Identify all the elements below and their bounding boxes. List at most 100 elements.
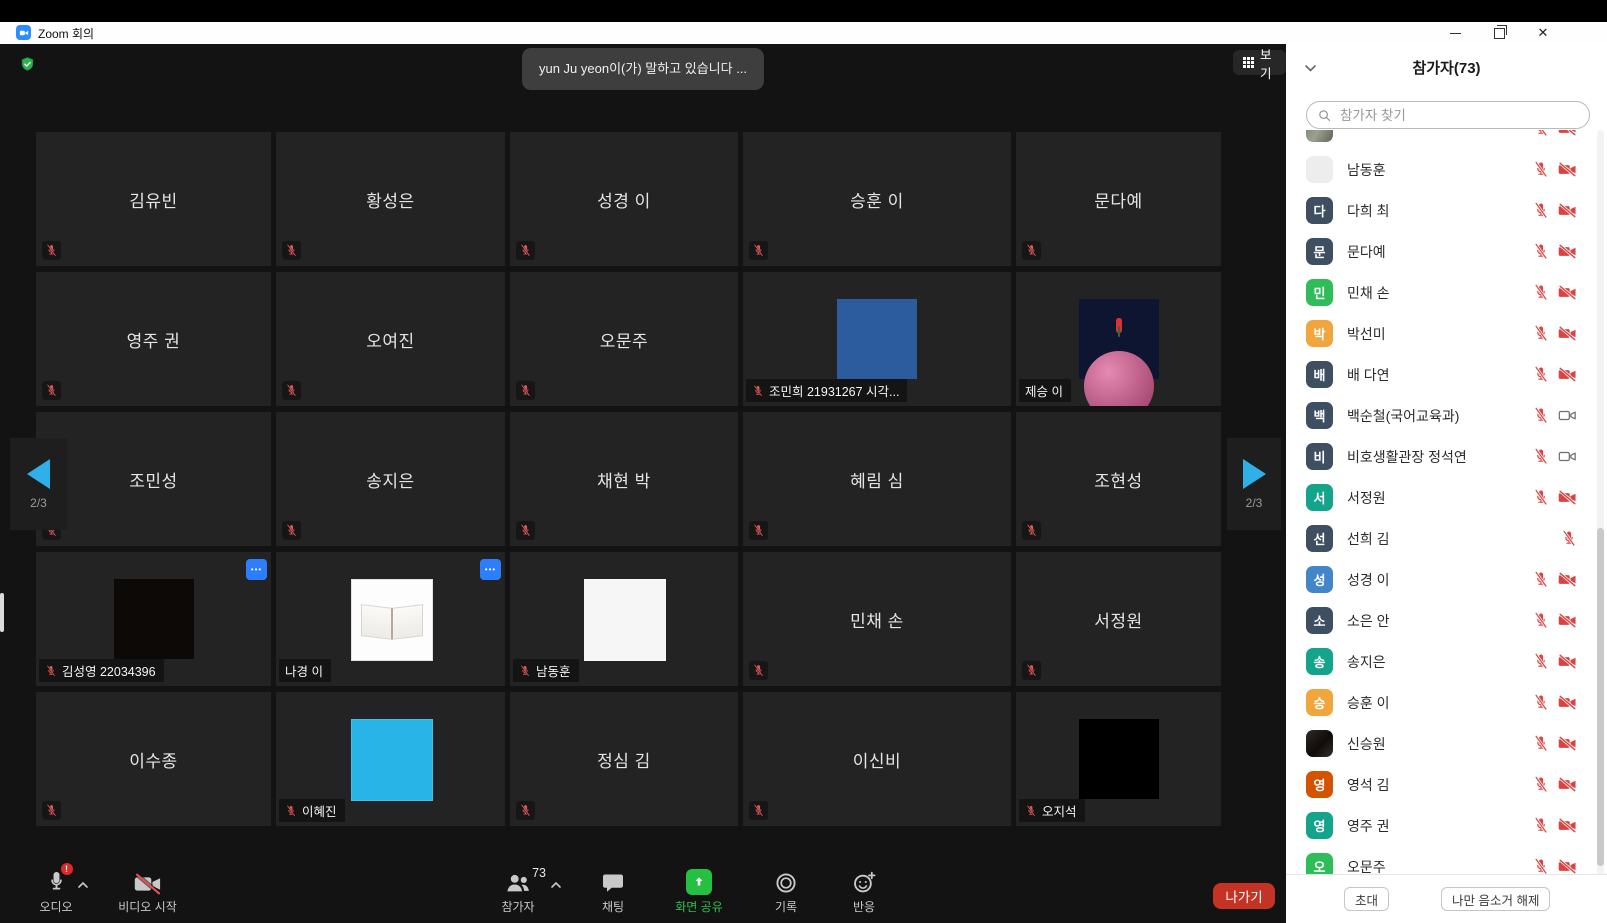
- video-tile[interactable]: 오여진: [276, 272, 505, 406]
- participant-row[interactable]: 다 다희 최: [1286, 190, 1607, 231]
- participant-row[interactable]: 송 송지은: [1286, 641, 1607, 682]
- mic-muted-icon: [752, 385, 764, 397]
- participant-row[interactable]: 신승원: [1286, 723, 1607, 764]
- video-tile[interactable]: 채현 박: [510, 412, 738, 546]
- tile-name-label: 이혜진: [279, 799, 345, 822]
- audio-button[interactable]: ! 오디오: [28, 868, 84, 915]
- video-tile[interactable]: 제승 이: [1016, 272, 1221, 406]
- scrollbar-thumb[interactable]: [1597, 528, 1604, 866]
- mic-muted-icon: [516, 381, 535, 400]
- mic-muted-icon: [519, 665, 531, 677]
- chevron-up-icon[interactable]: [77, 881, 89, 889]
- mic-muted-icon: [1022, 241, 1041, 260]
- video-tile[interactable]: 조민성: [36, 412, 271, 546]
- avatar-initial: 승: [1314, 693, 1326, 712]
- participant-list[interactable]: 남동훈 다 다희 최: [1286, 130, 1607, 875]
- tile-label-text: 김성영 22034396: [62, 661, 156, 680]
- window-titlebar: Zoom 회의 ✕: [0, 22, 1607, 45]
- status-icons: [1533, 858, 1607, 875]
- participant-row[interactable]: 성 성경 이: [1286, 559, 1607, 600]
- video-tile[interactable]: 이신비: [743, 692, 1011, 826]
- participant-row[interactable]: 영 영주 권: [1286, 805, 1607, 846]
- share-screen-button[interactable]: 화면 공유: [664, 868, 734, 915]
- video-tile[interactable]: 조민희 21931267 시각...: [743, 272, 1011, 406]
- participant-name: 영주 권: [1347, 816, 1390, 836]
- chevron-left-icon: [27, 459, 50, 489]
- restore-button[interactable]: [1484, 22, 1514, 44]
- chevron-right-icon: [1243, 459, 1266, 489]
- video-tile[interactable]: 남동훈: [510, 552, 738, 686]
- tile-video-feed: [1079, 719, 1159, 799]
- participants-button[interactable]: 73 참가자: [492, 868, 544, 915]
- participant-name: 백순철(국어교육과): [1347, 406, 1459, 426]
- video-tile[interactable]: 정심 김: [510, 692, 738, 826]
- video-tile[interactable]: 이혜진: [276, 692, 505, 826]
- mic-muted-icon: [749, 661, 768, 680]
- video-tile[interactable]: 김유빈: [36, 132, 271, 266]
- sidebar-handle[interactable]: [0, 593, 4, 632]
- record-button[interactable]: 기록: [762, 868, 810, 915]
- invite-button[interactable]: 초대: [1344, 887, 1389, 911]
- chat-button[interactable]: 채팅: [588, 868, 638, 915]
- security-shield-icon[interactable]: [19, 56, 36, 73]
- video-tile[interactable]: 오문주: [510, 272, 738, 406]
- tile-participant-name: 성경 이: [510, 132, 738, 266]
- search-input[interactable]: [1338, 107, 1579, 124]
- video-tile[interactable]: 이수종: [36, 692, 271, 826]
- minimize-button[interactable]: [1440, 22, 1470, 44]
- video-tile[interactable]: 서정원: [1016, 552, 1221, 686]
- video-tile[interactable]: 송지은: [276, 412, 505, 546]
- video-tile[interactable]: 문다예: [1016, 132, 1221, 266]
- tile-label-text: 오지석: [1042, 801, 1077, 820]
- avatar: 영: [1306, 812, 1333, 839]
- participant-name: 민채 손: [1347, 283, 1390, 303]
- video-tile[interactable]: 민채 손: [743, 552, 1011, 686]
- participant-row[interactable]: 소 소은 안: [1286, 600, 1607, 641]
- video-off-icon: [1558, 285, 1577, 300]
- participant-row[interactable]: 오 오문주: [1286, 846, 1607, 875]
- participant-row[interactable]: [1286, 130, 1607, 149]
- more-options-button[interactable]: [480, 559, 501, 580]
- participant-name: 문다예: [1347, 242, 1386, 262]
- video-tile[interactable]: 김성영 22034396: [36, 552, 271, 686]
- more-options-button[interactable]: [246, 559, 267, 580]
- video-tile[interactable]: 혜림 심: [743, 412, 1011, 546]
- video-off-icon: [1558, 162, 1577, 177]
- participant-name: 선희 김: [1347, 529, 1390, 549]
- video-tile[interactable]: 나경 이: [276, 552, 505, 686]
- participant-row[interactable]: 선 선희 김: [1286, 518, 1607, 559]
- video-tile[interactable]: 성경 이: [510, 132, 738, 266]
- participant-row[interactable]: 서 서정원: [1286, 477, 1607, 518]
- previous-page-button[interactable]: 2/3: [10, 438, 67, 530]
- participant-row[interactable]: 남동훈: [1286, 149, 1607, 190]
- participant-row[interactable]: 비 비호생활관장 정석연: [1286, 436, 1607, 477]
- close-button[interactable]: ✕: [1528, 22, 1558, 44]
- participant-row[interactable]: 백 백순철(국어교육과): [1286, 395, 1607, 436]
- unmute-myself-button[interactable]: 나만 음소거 해제: [1441, 887, 1550, 911]
- video-off-icon: [1558, 367, 1577, 382]
- participant-search-box[interactable]: [1306, 101, 1590, 129]
- chevron-up-icon[interactable]: [550, 881, 562, 889]
- video-tile[interactable]: 승훈 이: [743, 132, 1011, 266]
- panel-scrollbar[interactable]: [1597, 130, 1604, 875]
- mic-muted-icon: [1533, 161, 1549, 178]
- video-tile[interactable]: 황성은: [276, 132, 505, 266]
- participant-row[interactable]: 배 배 다연: [1286, 354, 1607, 395]
- video-tile[interactable]: 영주 권: [36, 272, 271, 406]
- participant-row[interactable]: 영 영석 김: [1286, 764, 1607, 805]
- participant-row[interactable]: 승 승훈 이: [1286, 682, 1607, 723]
- tile-label-text: 이혜진: [302, 801, 337, 820]
- window-title: Zoom 회의: [38, 25, 94, 42]
- start-video-button[interactable]: 비디오 시작: [105, 868, 190, 915]
- next-page-button[interactable]: 2/3: [1227, 438, 1281, 530]
- view-button[interactable]: 보기: [1233, 50, 1286, 75]
- reactions-button[interactable]: 반응: [840, 868, 888, 915]
- participant-row[interactable]: 문 문다예: [1286, 231, 1607, 272]
- participant-row[interactable]: 민 민채 손: [1286, 272, 1607, 313]
- status-icons: [1533, 735, 1607, 752]
- participant-row[interactable]: 박 박선미: [1286, 313, 1607, 354]
- video-tile[interactable]: 오지석: [1016, 692, 1221, 826]
- planet-flower: [1118, 326, 1120, 337]
- video-tile[interactable]: 조현성: [1016, 412, 1221, 546]
- leave-button[interactable]: 나가기: [1213, 883, 1275, 909]
